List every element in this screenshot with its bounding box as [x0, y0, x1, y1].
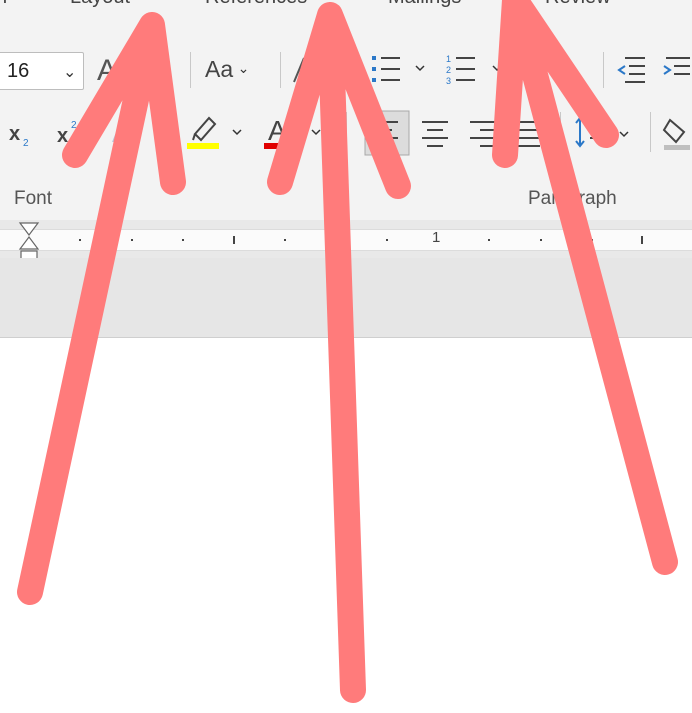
separator	[280, 52, 281, 88]
ruler-number: 1	[432, 229, 441, 246]
svg-text:2: 2	[23, 138, 29, 149]
change-case-button[interactable]: Aa ⌄	[205, 56, 249, 86]
align-left-icon[interactable]	[364, 110, 410, 156]
separator	[346, 112, 347, 152]
chevron-down-icon[interactable]: ⌄	[63, 62, 76, 82]
svg-text:A: A	[97, 54, 117, 87]
tab-review[interactable]: Review	[545, 0, 611, 9]
justify-icon[interactable]	[512, 118, 542, 148]
align-center-icon[interactable]	[420, 118, 450, 148]
document-canvas-margin	[0, 258, 692, 338]
separator	[190, 52, 191, 88]
svg-text:A: A	[112, 118, 130, 148]
svg-text:3: 3	[446, 76, 451, 86]
font-size-combobox[interactable]: 16 ⌄	[0, 52, 84, 90]
decrease-indent-icon[interactable]	[615, 54, 649, 86]
tab-layout[interactable]: Layout	[70, 0, 130, 9]
paragraph-group-label: Paragraph	[528, 188, 617, 209]
font-size-value: 16	[7, 60, 30, 82]
tab-references[interactable]: References	[205, 0, 307, 9]
bullets-icon[interactable]	[370, 52, 440, 88]
svg-text:x: x	[9, 123, 20, 145]
font-group-label: Font	[14, 188, 53, 209]
ribbon-tab-bar: n Layout References Mailings Review	[0, 0, 692, 16]
tab-mailings[interactable]: Mailings	[388, 0, 461, 9]
tab-home-partial[interactable]: n	[0, 0, 7, 9]
multilevel-list-dropdown[interactable]	[555, 52, 585, 88]
subscript-icon[interactable]: x 2	[8, 116, 38, 150]
svg-text:2: 2	[446, 65, 451, 75]
clear-formatting-icon[interactable]	[290, 52, 310, 88]
highlight-color-icon[interactable]	[185, 112, 250, 152]
svg-text:A: A	[268, 115, 287, 146]
numbering-icon[interactable]: 1 2 3	[445, 52, 515, 88]
align-right-icon[interactable]	[468, 118, 498, 148]
separator	[650, 112, 651, 152]
svg-text:A: A	[123, 54, 143, 87]
svg-text:1: 1	[446, 54, 451, 64]
shading-icon[interactable]	[662, 114, 692, 152]
increase-indent-icon[interactable]	[660, 54, 692, 86]
highlight-color-swatch	[187, 143, 219, 149]
separator	[560, 112, 561, 152]
line-spacing-icon[interactable]	[572, 114, 636, 152]
document-page[interactable]	[0, 338, 692, 713]
grow-font-icon[interactable]: A A	[95, 50, 175, 90]
font-color-icon[interactable]: A	[262, 112, 332, 152]
chevron-down-icon: ⌄	[237, 60, 250, 76]
change-case-label: Aa	[205, 56, 234, 82]
ruler-ticks	[79, 236, 643, 244]
svg-text:x: x	[57, 125, 68, 147]
separator	[603, 52, 604, 88]
font-color-swatch	[264, 143, 294, 149]
superscript-icon[interactable]: x 2	[56, 116, 86, 150]
svg-text:2: 2	[71, 120, 77, 131]
ribbon: n Layout References Mailings Review 16 ⌄…	[0, 0, 692, 220]
text-effects-icon[interactable]: A	[108, 114, 158, 150]
